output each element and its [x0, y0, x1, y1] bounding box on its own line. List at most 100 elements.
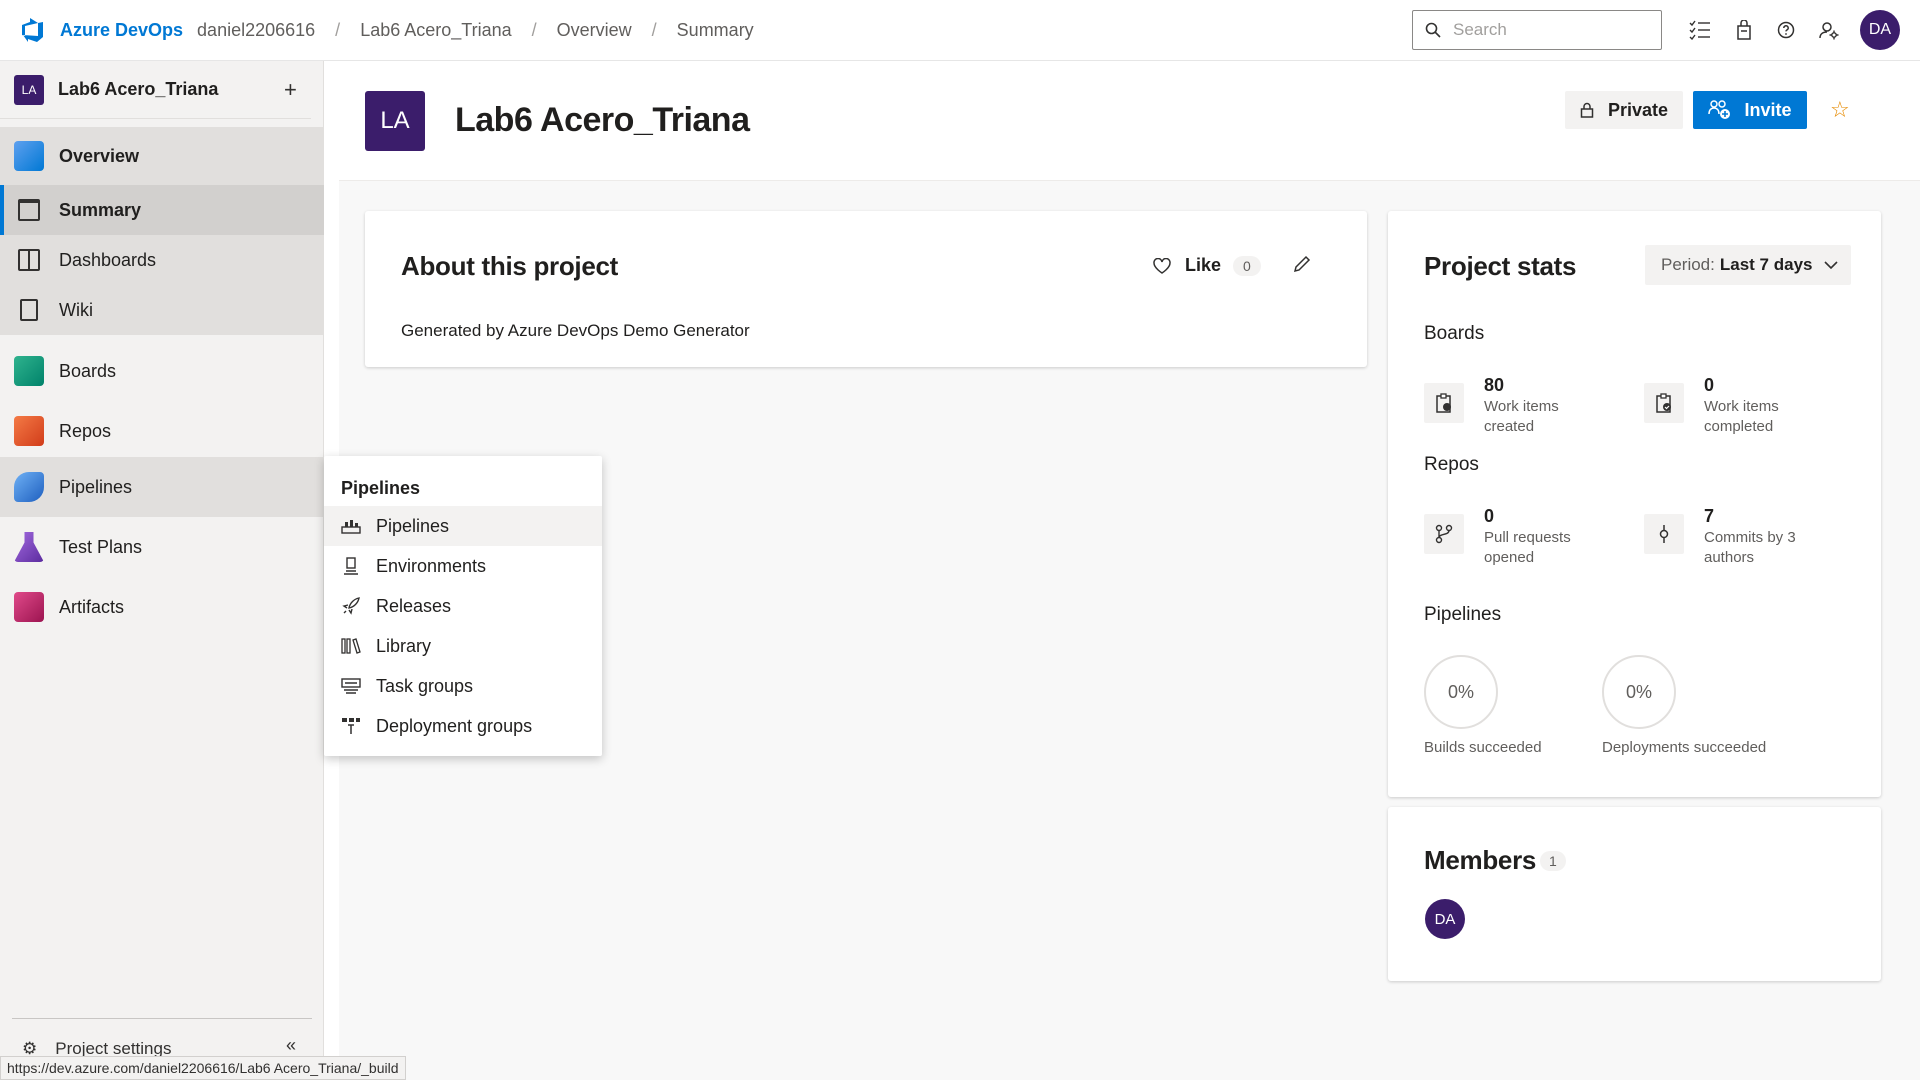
work-items-icon[interactable] [1686, 16, 1714, 44]
repos-icon [14, 416, 44, 446]
period-dropdown[interactable]: Period: Last 7 days [1645, 245, 1851, 285]
builds-succeeded-ring: 0% [1424, 655, 1498, 729]
collapse-sidebar-icon[interactable]: « [286, 1035, 296, 1056]
sidebar-item-label: Repos [59, 420, 112, 441]
members-count-badge: 1 [1540, 851, 1566, 871]
breadcrumb-summary[interactable]: Summary [677, 20, 754, 41]
project-badge: LA [14, 74, 44, 105]
sidebar-item-pipelines[interactable]: Pipelines [0, 457, 324, 517]
flyout-item-deployment-groups[interactable]: Deployment groups [324, 706, 602, 746]
search-box[interactable] [1412, 10, 1662, 50]
favorite-star-icon[interactable]: ☆ [1830, 97, 1850, 123]
heart-icon [1153, 257, 1171, 274]
flyout-item-label: Library [376, 635, 432, 656]
marketplace-bag-icon[interactable] [1730, 16, 1758, 44]
flyout-item-library[interactable]: Library [324, 626, 602, 666]
about-project-card: About this project Like 0 Generated by A… [365, 211, 1367, 367]
pipelines-icon [14, 472, 44, 502]
breadcrumb-organization[interactable]: daniel2206616 [197, 20, 315, 41]
sidebar-item-artifacts[interactable]: Artifacts [0, 577, 324, 637]
boards-section-title: Boards [1424, 323, 1485, 344]
brand-link[interactable]: Azure DevOps [60, 20, 183, 41]
project-name: Lab6 Acero_Triana [58, 79, 219, 99]
task-groups-icon [341, 677, 361, 695]
sidebar-item-label: Overview [59, 145, 140, 166]
flyout-item-task-groups[interactable]: Task groups [324, 666, 602, 706]
project-header[interactable]: LA Lab6 Acero_Triana [0, 61, 311, 119]
sidebar-item-wiki[interactable]: Wiki [0, 285, 324, 335]
like-count-badge: 0 [1233, 255, 1261, 276]
pipelines-icon [341, 517, 361, 535]
overview-icon [14, 141, 44, 171]
breadcrumb-project[interactable]: Lab6 Acero_Triana [360, 20, 511, 41]
sidebar-item-summary[interactable]: Summary [0, 185, 324, 235]
invite-label: Invite [1744, 99, 1792, 120]
sidebar-item-label: Artifacts [59, 596, 125, 617]
project-stats-card: Project stats Period: Last 7 days Boards… [1388, 211, 1881, 797]
flyout-item-label: Environments [376, 555, 487, 576]
sidebar-item-overview[interactable]: Overview [0, 127, 324, 185]
breadcrumb-separator: / [335, 19, 341, 40]
flyout-item-pipelines[interactable]: Pipelines [324, 506, 602, 546]
user-avatar[interactable]: DA [1860, 10, 1900, 50]
work-item-created-icon [1424, 383, 1464, 423]
link-preview-statusbar: https://dev.azure.com/daniel2206616/Lab6… [0, 1056, 406, 1080]
summary-icon [18, 199, 40, 221]
sidebar-item-repos[interactable]: Repos [0, 401, 324, 461]
commit-icon [1644, 514, 1684, 554]
flyout-item-environments[interactable]: Environments [324, 546, 602, 586]
deployments-succeeded-label: Deployments succeeded [1602, 739, 1767, 756]
sidebar-item-label: Wiki [59, 299, 93, 320]
search-icon [1425, 22, 1441, 38]
private-label: Private [1607, 99, 1669, 120]
project-avatar: LA [365, 91, 425, 151]
invite-button[interactable]: Invite [1693, 91, 1807, 129]
page-title: Lab6 Acero_Triana [455, 101, 750, 139]
library-icon [341, 637, 361, 655]
sidebar-item-dashboards[interactable]: Dashboards [0, 235, 324, 285]
test-plans-icon [14, 532, 44, 562]
private-button[interactable]: Private [1565, 91, 1683, 129]
flyout-item-label: Deployment groups [376, 715, 533, 736]
sidebar-item-label: Summary [59, 199, 142, 220]
add-people-icon [1708, 100, 1731, 119]
flyout-item-label: Pipelines [376, 515, 450, 536]
stats-title: Project stats [1424, 251, 1577, 281]
members-card: Members 1 DA [1388, 807, 1881, 981]
members-title: Members [1424, 845, 1537, 875]
work-items-completed-count: 0 [1704, 375, 1715, 395]
repos-section-title: Repos [1424, 454, 1479, 475]
pull-requests-label: Pull requests opened [1484, 529, 1571, 566]
pull-requests-count: 0 [1484, 506, 1495, 526]
sidebar-item-test-plans[interactable]: Test Plans [0, 517, 324, 577]
breadcrumb-separator: / [651, 19, 657, 40]
boards-icon [14, 356, 44, 386]
member-avatar[interactable]: DA [1425, 899, 1465, 939]
sidebar-divider [12, 1018, 312, 1019]
azure-devops-logo-icon[interactable] [16, 14, 48, 46]
like-button[interactable]: Like 0 [1153, 255, 1261, 276]
pipelines-flyout-menu: Pipelines Pipelines Environments Release… [324, 456, 602, 756]
flyout-item-releases[interactable]: Releases [324, 586, 602, 626]
help-icon[interactable] [1772, 16, 1800, 44]
new-item-plus-icon[interactable]: + [284, 77, 297, 103]
deployments-succeeded-ring: 0% [1602, 655, 1676, 729]
commits-count: 7 [1704, 506, 1715, 526]
edit-pencil-icon[interactable] [1293, 255, 1311, 278]
search-input[interactable] [1453, 20, 1653, 40]
pipelines-section-title: Pipelines [1424, 604, 1502, 625]
sidebar-item-boards[interactable]: Boards [0, 341, 324, 401]
flyout-title: Pipelines [341, 478, 421, 498]
period-prefix: Period: [1661, 255, 1715, 274]
work-items-completed-label: Work items completed [1704, 398, 1779, 435]
work-items-created-label: Work items created [1484, 398, 1559, 435]
user-settings-icon[interactable] [1815, 16, 1843, 44]
breadcrumb-overview[interactable]: Overview [557, 20, 632, 41]
lock-icon [1580, 102, 1594, 118]
sidebar-item-label: Test Plans [59, 536, 143, 557]
sidebar-item-label: Boards [59, 360, 117, 381]
pull-request-icon [1424, 514, 1464, 554]
top-navigation-bar: Azure DevOps daniel2206616 / Lab6 Acero_… [0, 0, 1920, 61]
dashboards-icon [18, 249, 40, 271]
project-description: Generated by Azure DevOps Demo Generator [401, 321, 750, 340]
